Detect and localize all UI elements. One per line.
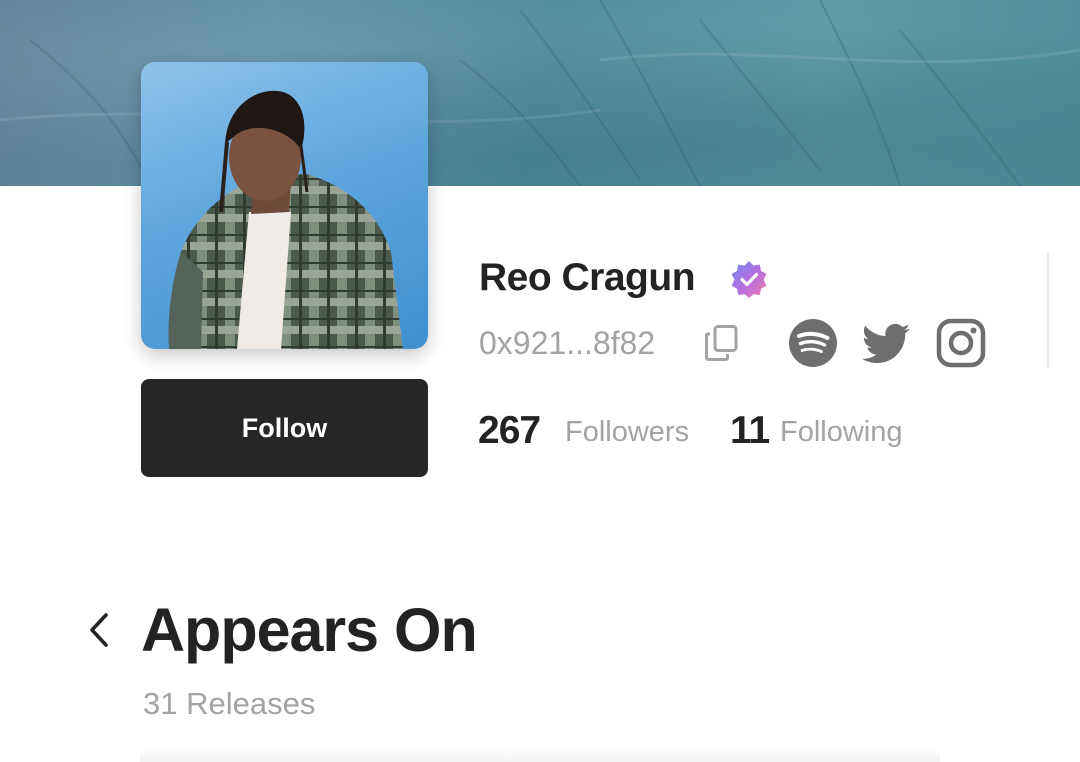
following-label[interactable]: Following — [780, 414, 903, 450]
instagram-icon[interactable] — [936, 318, 986, 368]
wallet-address: 0x921...8f82 — [479, 325, 656, 361]
back-chevron-icon[interactable] — [82, 609, 116, 651]
section-title: Appears On — [141, 596, 478, 664]
artist-avatar — [141, 62, 428, 349]
followers-label[interactable]: Followers — [565, 414, 689, 450]
content-edge — [140, 748, 940, 762]
followers-count[interactable]: 267 — [478, 408, 541, 454]
twitter-icon[interactable] — [861, 318, 911, 368]
header-divider — [1047, 253, 1049, 368]
copy-icon[interactable] — [704, 324, 740, 362]
release-count: 31 Releases — [143, 686, 316, 721]
artist-photo — [168, 90, 403, 349]
follow-button[interactable]: Follow — [141, 379, 428, 477]
spotify-icon[interactable] — [788, 318, 838, 368]
verified-badge-icon — [731, 261, 767, 298]
artist-name: Reo Cragun — [479, 256, 696, 299]
following-count[interactable]: 11 — [730, 408, 770, 454]
